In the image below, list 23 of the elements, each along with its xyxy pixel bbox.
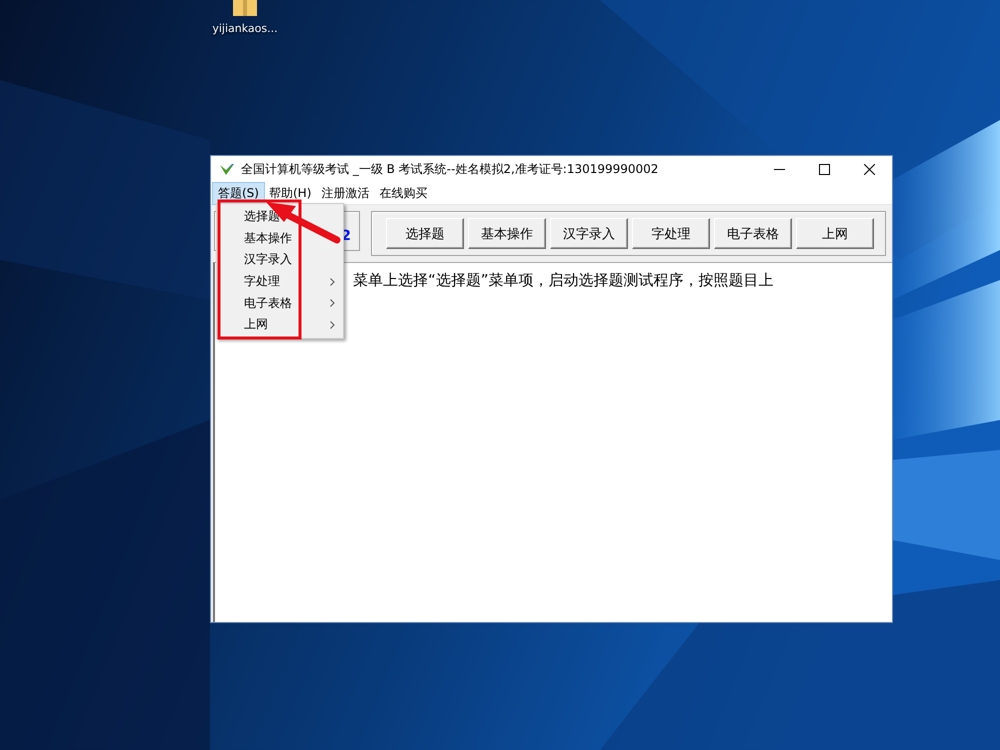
- menu-item[interactable]: 在线购买: [374, 183, 432, 204]
- toolbar-button[interactable]: 选择题: [386, 218, 464, 249]
- dropdown-item[interactable]: 基本操作: [217, 228, 343, 250]
- chevron-right-icon: [330, 299, 335, 308]
- toolbar-button[interactable]: 上网: [796, 218, 874, 249]
- toolbar-button[interactable]: 字处理: [632, 218, 710, 249]
- desktop-icon-label[interactable]: yijiankaos...: [212, 22, 278, 35]
- menu-item[interactable]: 帮助(H): [264, 183, 316, 204]
- dropdown-item[interactable]: 字处理: [217, 270, 343, 292]
- chevron-right-icon: [330, 278, 335, 286]
- toolbar-button[interactable]: 汉字录入: [550, 218, 628, 249]
- window-title: 全国计算机等级考试 _一级 B 考试系统--姓名模拟2,准考证号:130199990002: [241, 161, 658, 178]
- chevron-right-icon: [330, 320, 335, 329]
- instruction-text: 菜单上选择“选择题”菜单项，启动选择题测试程序，按照题目上: [353, 271, 774, 289]
- dropdown-item[interactable]: 上网: [217, 314, 343, 336]
- checkmark-icon: [219, 164, 235, 176]
- maximize-icon[interactable]: [819, 164, 830, 175]
- toolbar-button[interactable]: 电子表格: [714, 218, 792, 249]
- close-icon[interactable]: [864, 164, 875, 175]
- dropdown-item[interactable]: 电子表格: [217, 292, 343, 314]
- toolbar-button[interactable]: 基本操作: [468, 218, 546, 249]
- dropdown-item[interactable]: 汉字录入: [217, 249, 343, 271]
- menu-item[interactable]: 注册激活: [316, 183, 374, 204]
